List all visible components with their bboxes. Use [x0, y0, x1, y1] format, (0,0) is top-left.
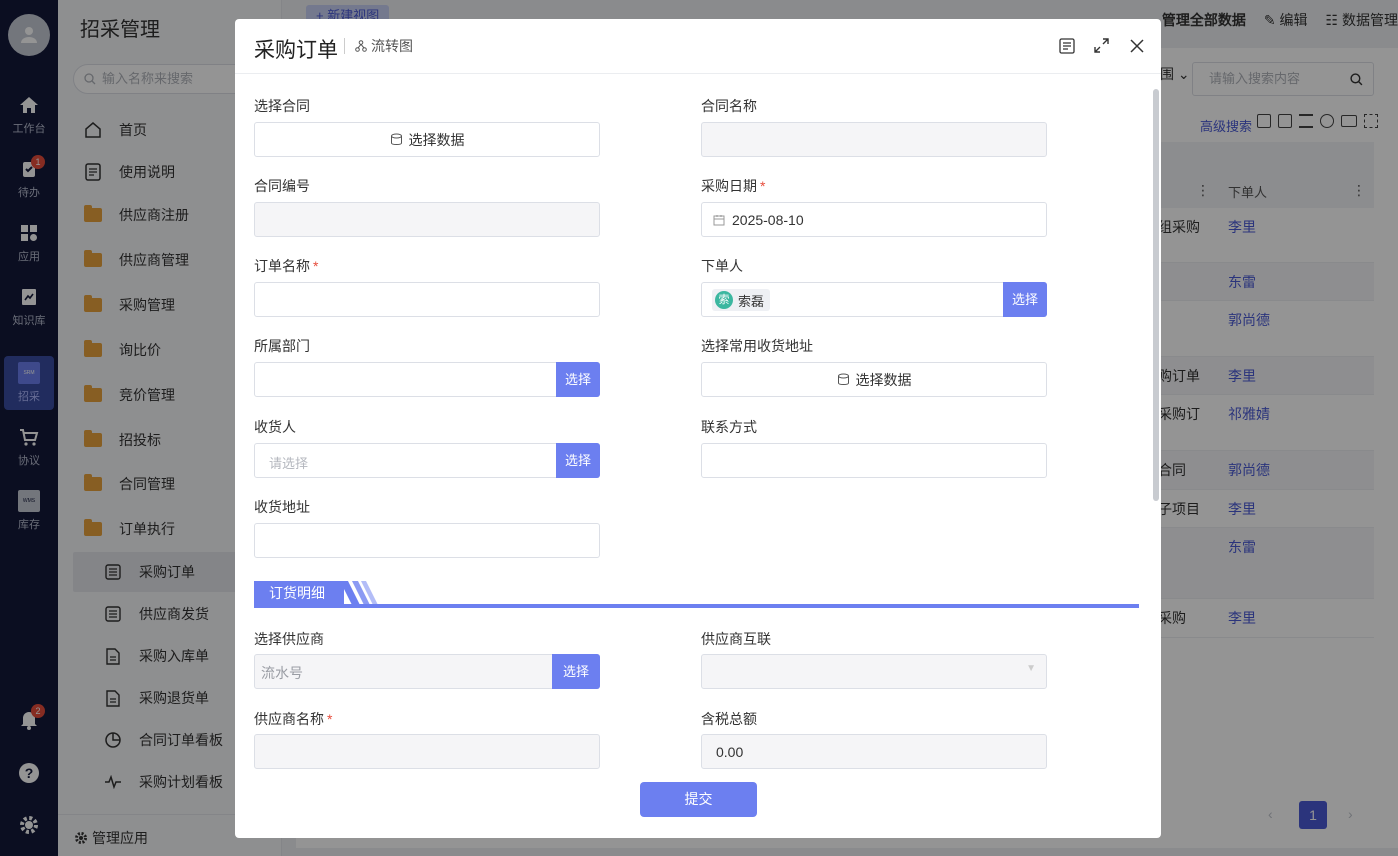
address-label: 收货地址	[254, 499, 310, 515]
department-field[interactable]: 选择	[254, 362, 600, 397]
close-icon[interactable]	[1128, 37, 1145, 54]
receiver-field[interactable]: 请选择 选择	[254, 443, 600, 478]
orderer-name: 索磊	[738, 293, 765, 309]
purchase-date-label: 采购日期 *	[701, 178, 766, 194]
orderer-select-button[interactable]: 选择	[1003, 282, 1047, 317]
print-icon[interactable]	[1058, 37, 1075, 54]
orderer-label: 下单人	[701, 258, 743, 274]
order-name-input[interactable]	[254, 282, 600, 317]
modal-header: 采购订单 流转图	[235, 19, 1161, 74]
common-address-button[interactable]: 选择数据	[701, 362, 1047, 397]
modal-scrollbar[interactable]	[1153, 89, 1159, 501]
common-address-label: 选择常用收货地址	[701, 338, 813, 354]
tax-total-label: 含税总额	[701, 711, 757, 727]
supplier-name-field	[254, 734, 600, 769]
purchase-date-label-text: 采购日期	[701, 178, 757, 194]
receiver-label: 收货人	[254, 419, 296, 435]
modal-header-actions	[1058, 37, 1145, 54]
tax-total-field: 0.00	[701, 734, 1047, 769]
orderer-tag[interactable]: 索 索磊	[712, 289, 771, 311]
common-address-text: 选择数据	[855, 371, 912, 388]
supplier-select-field[interactable]: 流水号 选择	[254, 654, 600, 689]
department-select-button[interactable]: 选择	[556, 362, 600, 397]
contract-no-field	[254, 202, 600, 237]
purchase-date-field[interactable]: 2025-08-10	[701, 202, 1047, 237]
submit-button[interactable]: 提交	[640, 782, 757, 817]
section-stripes	[340, 581, 378, 605]
select-contract-text: 选择数据	[408, 131, 465, 148]
orderer-field[interactable]: 索 索磊 选择	[701, 282, 1047, 317]
select-contract-button[interactable]: 选择数据	[254, 122, 600, 157]
receiver-placeholder: 请选择	[269, 456, 309, 471]
database-icon	[837, 373, 849, 385]
flow-chart-link[interactable]: 流转图	[344, 38, 413, 54]
expand-icon[interactable]	[1093, 37, 1110, 54]
order-detail-section: 订货明细	[254, 581, 1139, 608]
order-name-label: 订单名称 *	[254, 258, 319, 274]
supplier-name-label: 供应商名称 *	[254, 711, 333, 727]
section-bar	[254, 604, 1139, 608]
modal-title: 采购订单	[254, 39, 338, 62]
supplier-placeholder: 流水号	[261, 665, 303, 681]
flow-chart-label: 流转图	[371, 38, 413, 54]
receiver-select-button[interactable]: 选择	[556, 443, 600, 478]
flow-icon	[355, 40, 367, 52]
supplier-select-label: 选择供应商	[254, 631, 324, 647]
orderer-avatar: 索	[715, 291, 733, 309]
address-input[interactable]	[254, 523, 600, 558]
order-name-label-text: 订单名称	[254, 258, 310, 274]
calendar-icon	[713, 215, 725, 226]
chevron-down-icon: ▼	[1026, 663, 1036, 674]
supplier-link-select[interactable]: ▼	[701, 654, 1047, 689]
supplier-select-button[interactable]: 选择	[552, 654, 600, 689]
purchase-order-modal: 采购订单 流转图 选择合同 选择数据 合同名称 合同编号 采购日期 * 2025-…	[235, 19, 1161, 838]
database-icon	[390, 133, 402, 145]
contact-input[interactable]	[701, 443, 1047, 478]
contact-label: 联系方式	[701, 419, 757, 435]
section-title: 订货明细	[254, 581, 344, 605]
select-contract-label: 选择合同	[254, 98, 310, 114]
supplier-name-label-text: 供应商名称	[254, 711, 324, 727]
contract-name-field	[701, 122, 1047, 157]
contract-name-label: 合同名称	[701, 98, 757, 114]
contract-no-label: 合同编号	[254, 178, 310, 194]
department-label: 所属部门	[254, 338, 310, 354]
tax-total-value: 0.00	[716, 744, 744, 760]
supplier-link-label: 供应商互联	[701, 631, 771, 647]
purchase-date-value: 2025-08-10	[732, 212, 804, 228]
